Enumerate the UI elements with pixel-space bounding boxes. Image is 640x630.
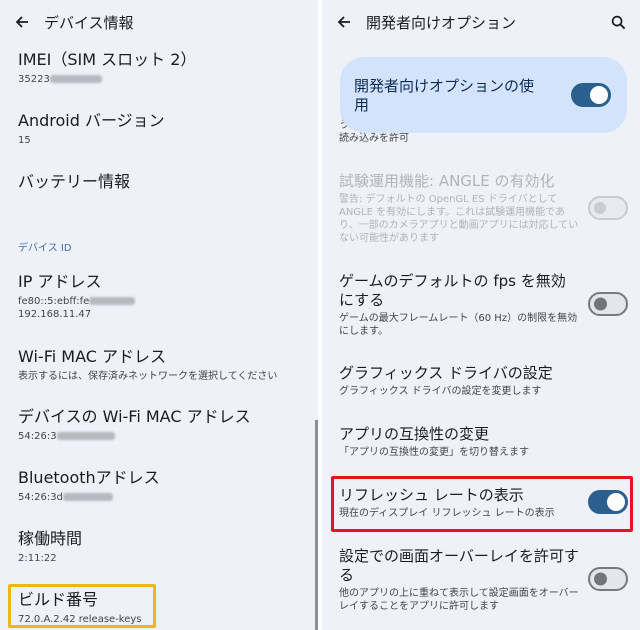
developer-options-master-switch[interactable]: 開発者向けオプションの使用 <box>340 57 627 133</box>
item-subtitle: 35223 <box>18 74 50 85</box>
screen-overlay-toggle[interactable] <box>588 567 628 591</box>
item-subtitle: 2:11:22 <box>18 553 57 564</box>
list-item-imei[interactable]: IMEI（SIM スロット 2） 35223 <box>18 50 308 86</box>
item-subtitle: グラフィックス ドライバの設定を変更します <box>339 386 542 397</box>
list-item-ip-address[interactable]: IP アドレス fe80::5:ebff:fe 192.168.11.47 <box>18 272 308 321</box>
item-subtitle: 読み込みを許可 <box>339 133 409 144</box>
item-title: アプリの互換性の変更 <box>339 425 490 443</box>
search-button[interactable] <box>602 6 634 38</box>
item-title: Wi-Fi MAC アドレス <box>18 347 166 366</box>
item-subtitle: 表示するには、保存済みネットワークを選択してください <box>18 371 278 382</box>
list-item-app-compat[interactable]: アプリの互換性の変更 「アプリの互換性の変更」を切り替えます <box>339 425 629 459</box>
highlight-refresh-rate <box>331 476 633 532</box>
device-info-screen: デバイス情報 IMEI（SIM スロット 2） 35223 Android バー… <box>0 0 318 630</box>
top-app-bar: 開発者向けオプション <box>322 0 640 44</box>
redacted-value <box>62 493 113 501</box>
angle-toggle[interactable] <box>588 196 628 220</box>
item-subtitle: 他のアプリの上に重ねて表示して設定画面をオーバーレイすることをアプリに許可します <box>339 588 579 612</box>
back-button[interactable] <box>322 0 366 44</box>
item-title: 設定での画面オーバーレイを許可する <box>339 547 579 584</box>
item-subtitle: ゲームの最大フレームレート（60 Hz）の制限を無効にします。 <box>339 313 578 337</box>
list-item-wifi-mac[interactable]: Wi-Fi MAC アドレス 表示するには、保存済みネットワークを選択してくださ… <box>18 347 308 383</box>
master-switch-label: 開発者向けオプションの使用 <box>354 77 535 114</box>
list-item-battery-info[interactable]: バッテリー情報 <box>18 172 308 192</box>
list-item-angle[interactable]: 試験運用機能: ANGLE の有効化 警告: デフォルトの OpenGL ES … <box>339 172 579 245</box>
page-title: 開発者向けオプション <box>366 13 517 32</box>
arrow-left-icon <box>337 16 350 28</box>
list-item-game-fps[interactable]: ゲームのデフォルトの fps を無効にする ゲームの最大フレームレート（60 H… <box>339 272 579 338</box>
item-subtitle: 警告: デフォルトの OpenGL ES ドライバとして ANGLE を有効にし… <box>339 194 579 244</box>
scrollbar[interactable] <box>315 420 318 630</box>
master-toggle[interactable] <box>571 83 611 107</box>
item-subtitle: 「アプリの互換性の変更」を切り替えます <box>339 447 529 458</box>
list-item-device-wifi-mac[interactable]: デバイスの Wi-Fi MAC アドレス 54:26:3 <box>18 407 308 443</box>
item-subtitle: fe80::5:ebff:fe <box>18 296 90 307</box>
page-title: デバイス情報 <box>44 13 134 32</box>
item-title: グラフィックス ドライバの設定 <box>339 364 553 382</box>
redacted-value <box>56 432 115 440</box>
item-subtitle: 15 <box>18 135 31 146</box>
item-title: ゲームのデフォルトの fps を無効にする <box>339 272 566 309</box>
item-title: IP アドレス <box>18 272 102 291</box>
list-item-bluetooth-address[interactable]: Bluetoothアドレス 54:26:3d <box>18 468 308 504</box>
redacted-value <box>89 297 136 305</box>
item-title: IMEI（SIM スロット 2） <box>18 50 197 69</box>
redacted-value <box>49 75 102 83</box>
item-title: バッテリー情報 <box>18 172 131 191</box>
item-subtitle-2: 192.168.11.47 <box>18 309 92 320</box>
list-item-uptime[interactable]: 稼働時間 2:11:22 <box>18 529 308 565</box>
list-item-screen-overlay[interactable]: 設定での画面オーバーレイを許可する 他のアプリの上に重ねて表示して設定画面をオー… <box>339 547 579 613</box>
back-button[interactable] <box>0 0 44 44</box>
search-icon <box>611 15 625 29</box>
item-title: 試験運用機能: ANGLE の有効化 <box>339 172 555 190</box>
toggle-knob <box>594 572 607 586</box>
item-title: 稼働時間 <box>18 529 83 548</box>
item-subtitle: 54:26:3d <box>18 492 63 503</box>
item-title: Bluetoothアドレス <box>18 468 160 487</box>
arrow-left-icon <box>15 16 28 28</box>
toggle-knob <box>590 86 608 104</box>
list-item-graphics-driver[interactable]: グラフィックス ドライバの設定 グラフィックス ドライバの設定を変更します <box>339 364 629 398</box>
developer-options-screen: 開発者向けオプション う 読み込みを許可 開発者向けオプションの使用 試験運用機… <box>322 0 640 630</box>
highlight-build-number <box>8 584 156 628</box>
list-item-android-version[interactable]: Android バージョン 15 <box>18 111 308 147</box>
item-title: デバイスの Wi-Fi MAC アドレス <box>18 407 251 426</box>
item-subtitle: 54:26:3 <box>18 431 57 442</box>
toggle-knob <box>594 297 607 311</box>
section-header-device-id: デバイス ID <box>18 243 72 254</box>
game-fps-toggle[interactable] <box>588 292 628 316</box>
top-app-bar: デバイス情報 <box>0 0 318 44</box>
item-title: Android バージョン <box>18 111 165 130</box>
toggle-knob <box>594 202 606 214</box>
